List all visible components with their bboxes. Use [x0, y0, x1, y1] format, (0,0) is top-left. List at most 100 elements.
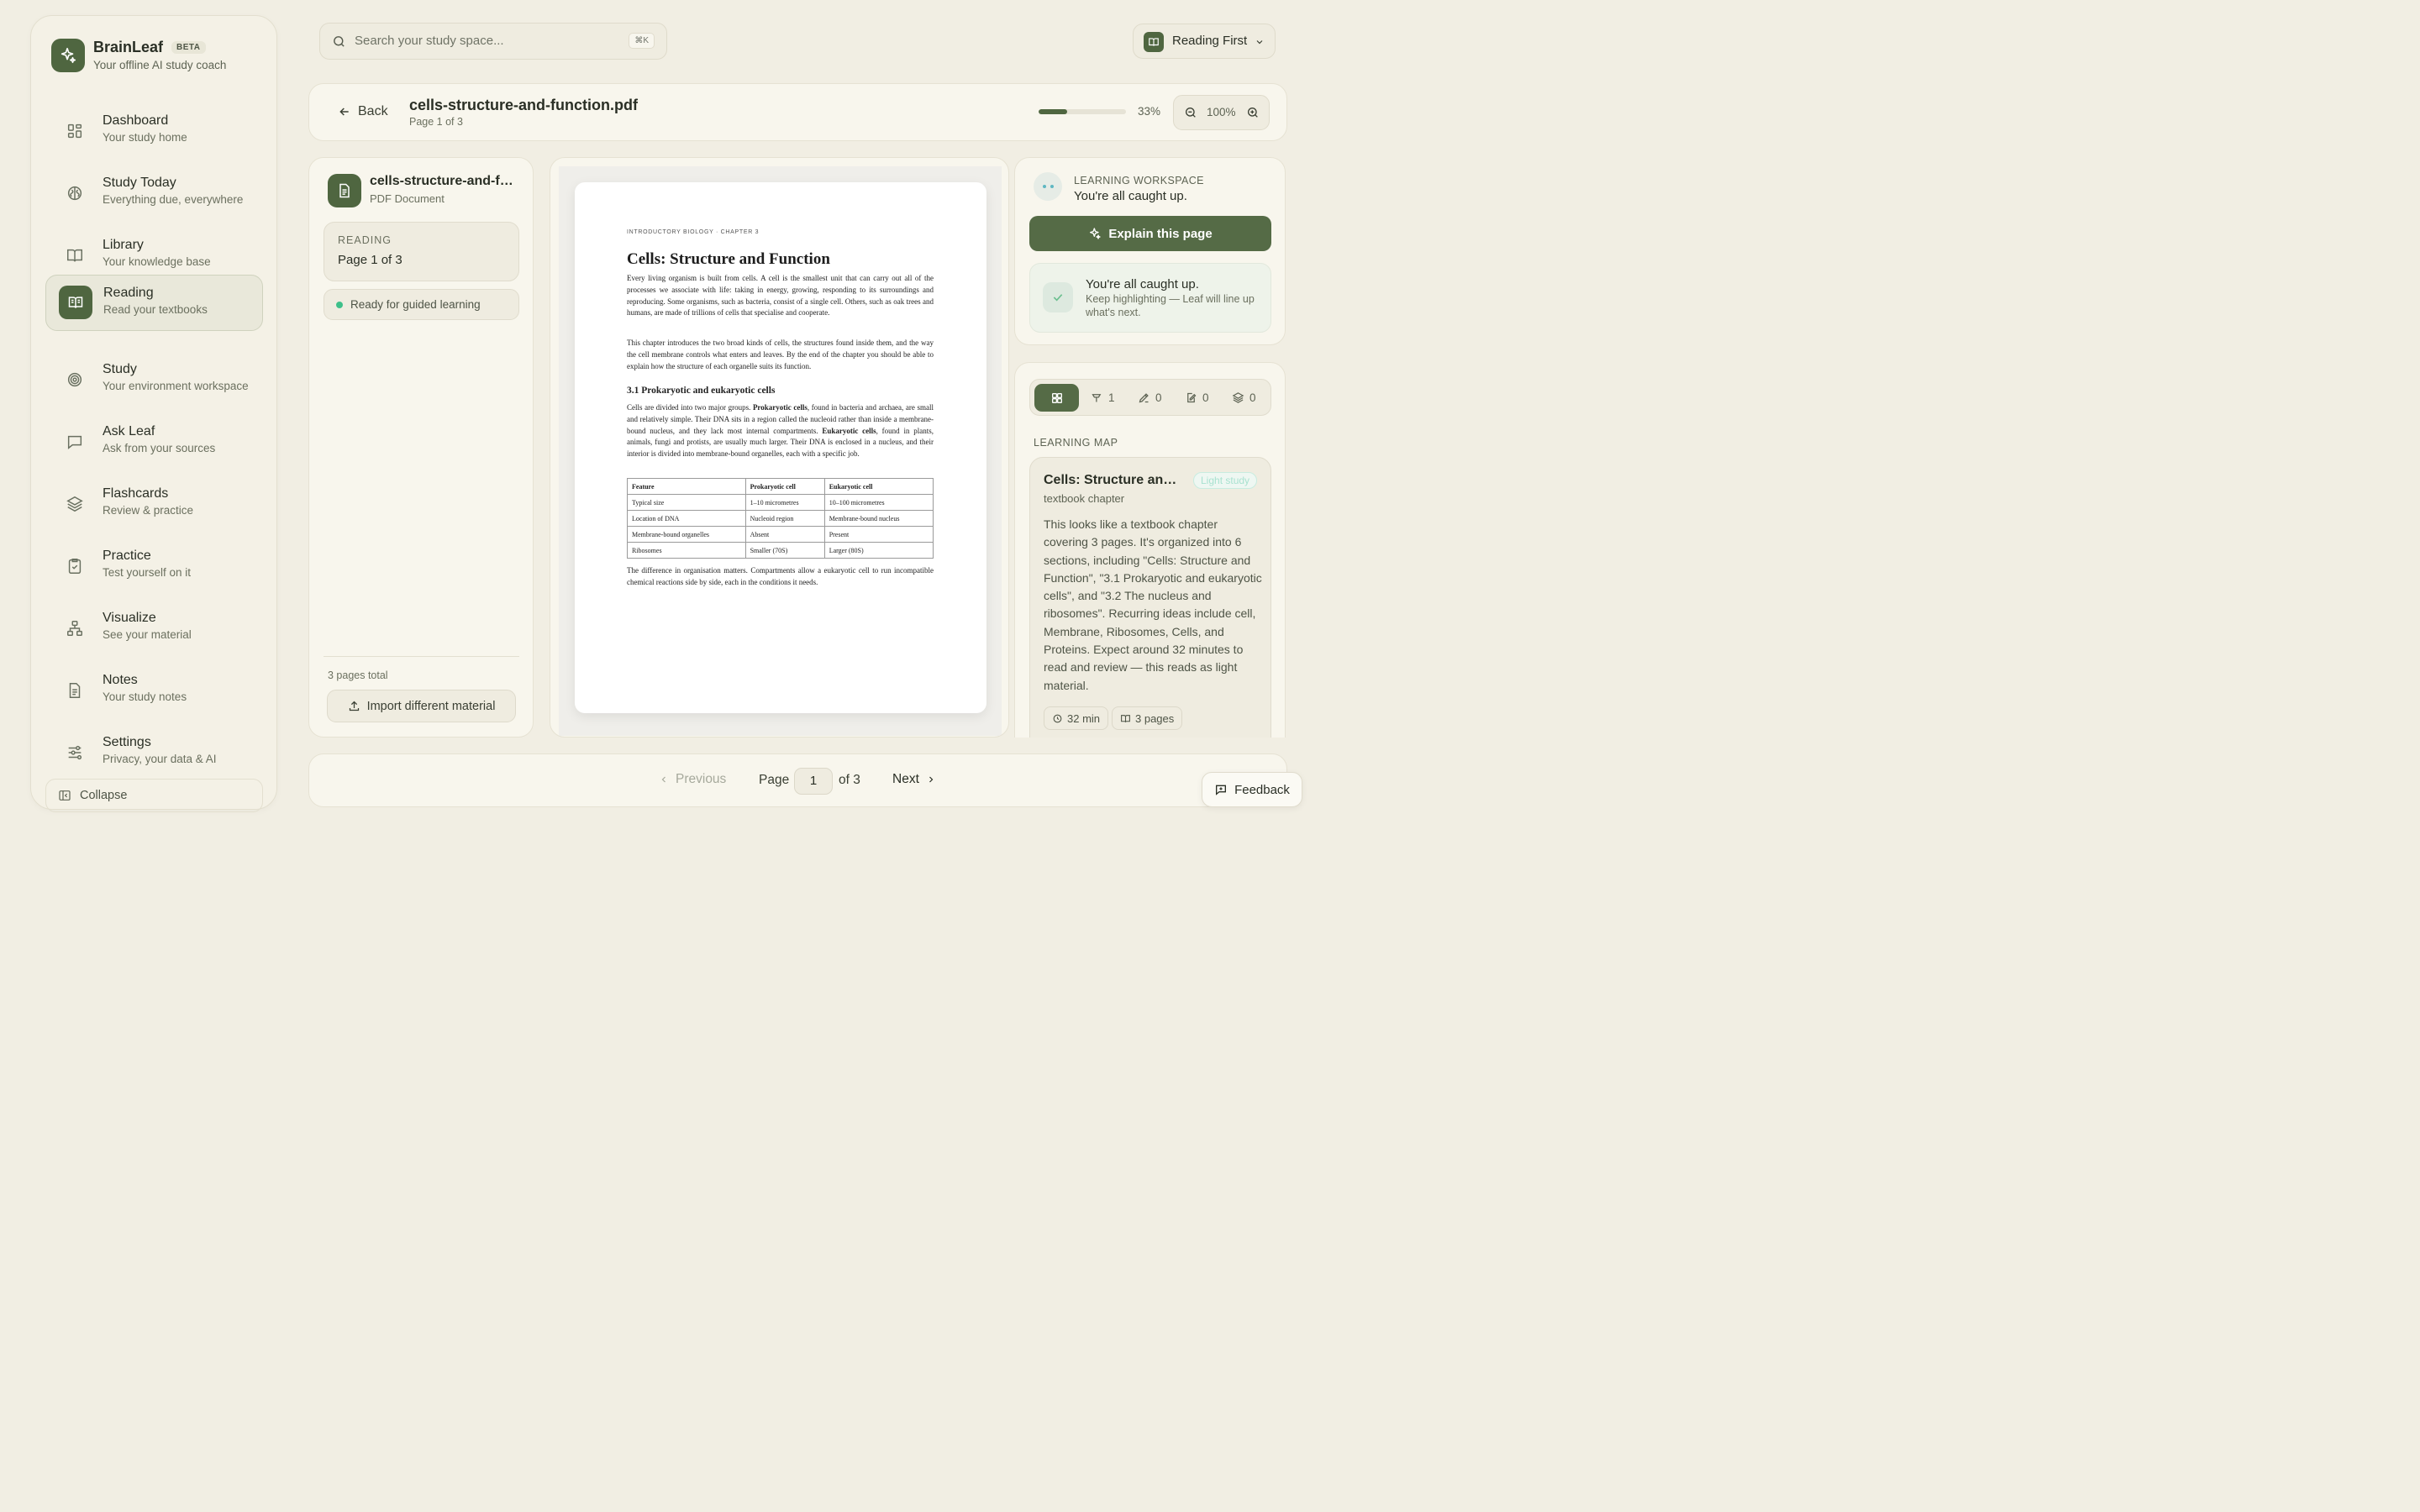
- highlighter-icon: [1091, 391, 1103, 404]
- page-label: Page: [759, 773, 790, 787]
- pen-icon: [1138, 391, 1150, 404]
- pdf-table: Feature Prokaryotic cell Eukaryotic cell T…: [627, 478, 934, 559]
- table-cell: 1–10 micrometres: [744, 494, 825, 511]
- sidebar-item-dashboard[interactable]: Dashboard Your study home: [45, 103, 263, 160]
- sidebar-item-label: Notes: [103, 673, 138, 687]
- grid-icon: [66, 122, 84, 140]
- page-navigation: Previous Page 1 of 3 Next: [308, 753, 1287, 807]
- layers-icon: [66, 495, 84, 513]
- learning-workspace-panel: LEARNING WORKSPACE You're all caught up.…: [1014, 157, 1286, 345]
- table-row: Typical size 1–10 micrometres 10–100 micro…: [627, 494, 934, 511]
- sidebar-item-ask-leaf[interactable]: Ask Leaf Ask from your sources: [45, 414, 263, 470]
- search-icon: [332, 34, 346, 49]
- table-cell: Eukaryotic cell: [823, 478, 934, 495]
- workspace-tabs: 1 0 0 0: [1029, 379, 1271, 416]
- tab-overview[interactable]: [1034, 384, 1079, 412]
- brain-icon: [66, 184, 84, 202]
- sidebar-item-visualize[interactable]: Visualize See your material: [45, 601, 263, 657]
- sidebar-item-reading[interactable]: Reading Read your textbooks: [45, 275, 263, 331]
- sidebar-item-label: Ask Leaf: [103, 424, 155, 438]
- pdf-paragraph: The difference in organisation matters. …: [627, 566, 934, 586]
- clock-icon: [1052, 713, 1063, 724]
- sliders-icon: [66, 743, 84, 762]
- workspace-status: You're all caught up.: [1074, 189, 1187, 203]
- brand-tagline: Your offline AI study coach: [93, 59, 227, 71]
- collapse-label: Collapse: [80, 789, 128, 802]
- document-header: Back cells-structure-and-function.pdf Pa…: [308, 83, 1287, 141]
- sidebar: BrainLeaf BETA Your offline AI study coa…: [30, 15, 277, 812]
- pages-chip-label: 3 pages: [1135, 711, 1175, 725]
- file-type: PDF Document: [370, 192, 445, 205]
- book-open-icon: [1144, 32, 1164, 52]
- search-input[interactable]: Search your study space...: [355, 34, 504, 48]
- sidebar-item-sub: Everything due, everywhere: [103, 193, 244, 206]
- sidebar-item-sub: Ask from your sources: [103, 442, 216, 454]
- pdf-section-heading: 3.1 Prokaryotic and eukaryotic cells: [627, 386, 776, 396]
- tab-highlights[interactable]: 1: [1091, 384, 1115, 412]
- pdf-page[interactable]: INTRODUCTORY BIOLOGY · CHAPTER 3 Cells: …: [575, 182, 986, 713]
- page-number-input[interactable]: 1: [794, 768, 833, 795]
- sidebar-item-practice[interactable]: Practice Test yourself on it: [45, 538, 263, 595]
- feedback-label: Feedback: [1234, 782, 1290, 797]
- table-cell: Prokaryotic cell: [744, 478, 825, 495]
- caught-up-sub: Keep highlighting — Leaf will line up wh…: [1086, 293, 1255, 318]
- import-material-button[interactable]: Import different material: [327, 690, 516, 722]
- target-icon: [66, 370, 84, 389]
- pdf-bold-term: Prokaryotic cells: [752, 403, 808, 412]
- collapse-button[interactable]: Collapse: [45, 779, 263, 812]
- sidebar-item-sub: Review & practice: [103, 504, 194, 517]
- back-button[interactable]: Back: [338, 104, 388, 119]
- caught-up-card: You're all caught up. Keep highlighting …: [1029, 263, 1271, 333]
- sidebar-item-label: Flashcards: [103, 486, 169, 501]
- status-badge: Ready for guided learning: [324, 289, 519, 320]
- table-cell: Membrane-bound organelles: [627, 526, 746, 543]
- beta-badge: BETA: [171, 41, 206, 54]
- table-row: Location of DNA Nucleoid region Membrane-b…: [627, 510, 934, 527]
- sidebar-item-label: Study: [103, 362, 137, 376]
- previous-page-button[interactable]: Previous: [659, 772, 726, 787]
- pages-chip: 3 pages: [1112, 706, 1183, 730]
- mode-dropdown[interactable]: Reading First: [1133, 24, 1276, 59]
- zoom-in-icon[interactable]: [1246, 106, 1260, 119]
- explain-page-button[interactable]: Explain this page: [1029, 216, 1271, 251]
- document-title: cells-structure-and-function.pdf: [409, 97, 639, 113]
- search-bar[interactable]: Search your study space... ⌘K: [319, 23, 667, 60]
- file-icon: [328, 174, 361, 207]
- time-chip: 32 min: [1044, 706, 1109, 730]
- sidebar-item-study[interactable]: Study Your environment workspace: [45, 352, 263, 408]
- sidebar-item-label: Library: [103, 238, 144, 252]
- tab-flashcards[interactable]: 0: [1232, 384, 1256, 412]
- tab-notes[interactable]: 0: [1185, 384, 1209, 412]
- book-icon: [66, 246, 84, 265]
- sidebar-item-settings[interactable]: Settings Privacy, your data & AI: [45, 725, 263, 781]
- table-cell: Larger (80S): [823, 542, 934, 559]
- feedback-button[interactable]: Feedback: [1202, 772, 1302, 807]
- chevron-down-icon: [1255, 37, 1265, 47]
- learning-map-description: This looks like a textbook chapter cover…: [1044, 517, 1262, 692]
- sidebar-item-study-today[interactable]: Study Today Everything due, everywhere: [45, 165, 263, 222]
- sidebar-item-flashcards[interactable]: Flashcards Review & practice: [45, 476, 263, 533]
- next-page-button[interactable]: Next: [892, 772, 936, 787]
- document-info-panel: cells-structure-and-function.pdf PDF Doc…: [308, 157, 534, 738]
- zoom-out-icon[interactable]: [1184, 106, 1197, 119]
- sidebar-item-sub: Your study notes: [103, 690, 187, 703]
- sidebar-item-label: Visualize: [103, 611, 156, 625]
- next-label: Next: [892, 772, 919, 786]
- table-row: Membrane-bound organelles Absent Present: [627, 526, 934, 543]
- divider: [324, 656, 519, 657]
- sidebar-item-notes[interactable]: Notes Your study notes: [45, 663, 263, 719]
- back-label: Back: [358, 104, 388, 118]
- table-cell: Smaller (70S): [744, 542, 825, 559]
- reading-value: Page 1 of 3: [338, 253, 402, 267]
- table-cell: 10–100 micrometres: [823, 494, 934, 511]
- document-icon: [66, 681, 84, 700]
- tab-annotations[interactable]: 0: [1138, 384, 1162, 412]
- zoom-level: 100%: [1207, 106, 1236, 118]
- table-cell: Feature: [627, 478, 746, 495]
- layers-icon: [1232, 391, 1244, 404]
- sparkle-icon: [1088, 227, 1102, 240]
- mode-label: Reading First: [1172, 34, 1248, 48]
- import-label: Import different material: [366, 699, 496, 713]
- sidebar-item-sub: Your study home: [103, 131, 187, 144]
- learning-map-card: Cells: Structure and Function Light stud…: [1029, 457, 1271, 738]
